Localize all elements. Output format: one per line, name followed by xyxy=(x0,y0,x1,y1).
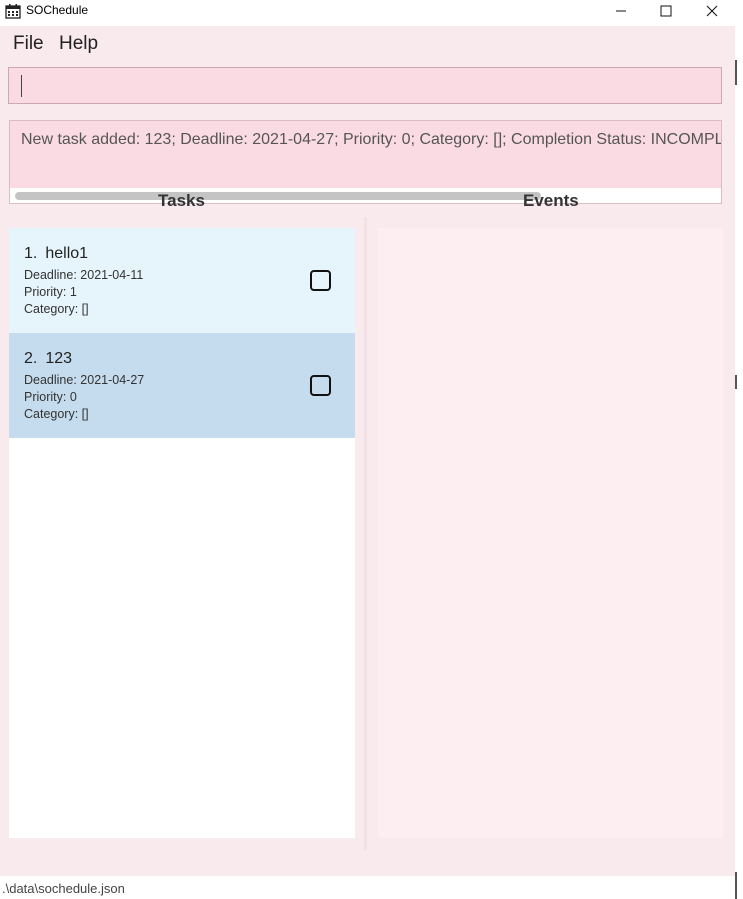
maximize-button[interactable] xyxy=(643,0,689,22)
window-title: SOChedule xyxy=(26,3,89,17)
result-display[interactable]: New task added: 123; Deadline: 2021-04-2… xyxy=(9,120,722,204)
task-title: 1. hello1 xyxy=(24,245,88,263)
task-index: 2. xyxy=(24,350,38,367)
edge-mark xyxy=(735,375,737,389)
task-name: hello1 xyxy=(45,245,89,262)
minimize-icon xyxy=(616,10,626,12)
menu-file[interactable]: File xyxy=(13,33,44,55)
window-edge xyxy=(735,0,743,899)
tasks-heading: Tasks xyxy=(158,191,205,210)
status-bar: .\data\sochedule.json xyxy=(0,876,735,899)
calendar-icon xyxy=(5,4,21,19)
task-category: Category: [] xyxy=(24,407,89,421)
task-card[interactable]: 2. 123 Deadline: 2021-04-27 Priority: 0 C… xyxy=(9,333,355,438)
command-input[interactable] xyxy=(8,67,722,104)
task-priority: Priority: 0 xyxy=(24,390,77,404)
task-deadline: Deadline: 2021-04-11 xyxy=(24,268,144,282)
menu-bar: File Help xyxy=(0,26,735,62)
task-name: 123 xyxy=(45,350,73,367)
scrollbar-thumb[interactable] xyxy=(15,192,541,200)
data-file-path: .\data\sochedule.json xyxy=(2,881,125,896)
menu-help[interactable]: Help xyxy=(59,33,98,55)
task-card[interactable]: 1. hello1 Deadline: 2021-04-11 Priority: … xyxy=(9,228,355,333)
edge-mark xyxy=(735,60,737,85)
maximize-icon xyxy=(660,5,672,17)
task-category: Category: [] xyxy=(24,302,89,316)
text-caret xyxy=(21,75,22,97)
task-title: 2. 123 xyxy=(24,350,72,368)
task-list[interactable]: 1. hello1 Deadline: 2021-04-11 Priority: … xyxy=(9,228,355,838)
pane-divider[interactable] xyxy=(364,217,367,850)
close-icon xyxy=(706,5,718,17)
event-list[interactable] xyxy=(378,228,723,838)
task-completion-checkbox[interactable] xyxy=(310,270,331,291)
task-index: 1. xyxy=(24,245,38,262)
horizontal-scrollbar[interactable] xyxy=(10,188,721,203)
minimize-button[interactable] xyxy=(598,0,644,22)
task-completion-checkbox[interactable] xyxy=(310,375,331,396)
task-priority: Priority: 1 xyxy=(24,285,77,299)
result-text: New task added: 123; Deadline: 2021-04-2… xyxy=(21,131,722,148)
events-heading: Events xyxy=(523,191,579,210)
title-bar: SOChedule xyxy=(0,0,735,22)
edge-mark xyxy=(735,872,737,899)
close-button[interactable] xyxy=(689,0,735,22)
task-deadline: Deadline: 2021-04-27 xyxy=(24,373,145,387)
